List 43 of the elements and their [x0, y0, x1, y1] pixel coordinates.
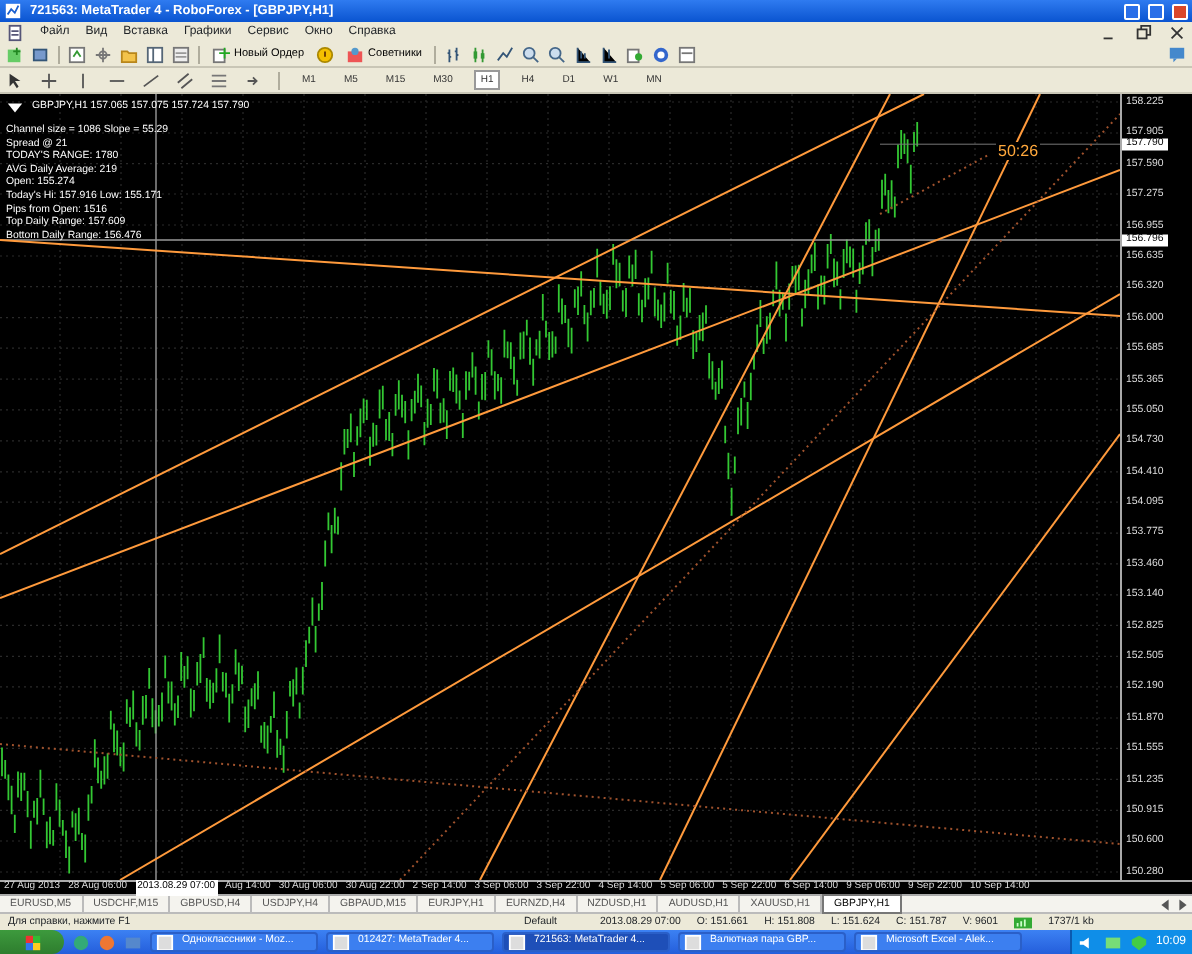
auto-scroll-icon[interactable] — [573, 45, 592, 63]
fibonacci-icon[interactable] — [210, 71, 228, 89]
chart-shift-icon[interactable] — [599, 45, 618, 63]
terminal-icon[interactable] — [172, 45, 190, 63]
experts-icon — [346, 45, 365, 63]
trendline-icon[interactable] — [142, 71, 160, 89]
navigator-icon[interactable] — [146, 45, 164, 63]
crosshair-icon[interactable] — [94, 45, 112, 63]
periods-icon[interactable] — [651, 45, 670, 63]
cursor-icon[interactable] — [6, 71, 24, 89]
arrows-icon[interactable] — [244, 71, 262, 89]
candles-icon[interactable] — [469, 45, 488, 63]
connection-icon — [1014, 913, 1033, 931]
close-icon[interactable] — [1168, 23, 1186, 41]
indicators-icon[interactable] — [625, 45, 644, 63]
start-button[interactable] — [0, 930, 64, 954]
countdown-timer: 50:26 — [996, 142, 1041, 160]
maximize-button[interactable] — [1148, 3, 1164, 19]
crosshair-icon[interactable] — [40, 71, 58, 89]
app-icon — [4, 2, 22, 20]
market-watch-icon[interactable] — [68, 45, 86, 63]
line-chart-icon[interactable] — [495, 45, 514, 63]
window-icon — [508, 934, 526, 950]
window-icon — [684, 934, 702, 950]
profiles-icon[interactable] — [32, 45, 50, 63]
document-icon — [6, 23, 24, 41]
window-icon — [332, 934, 350, 950]
folder-icon[interactable] — [120, 45, 138, 63]
window-icon — [156, 934, 174, 950]
zoom-in-icon[interactable] — [521, 45, 540, 63]
window-icon — [860, 934, 878, 950]
windows-flag-icon — [23, 933, 41, 951]
templates-icon[interactable] — [677, 45, 696, 63]
dropdown-triangle-icon[interactable] — [6, 98, 24, 116]
zoom-out-icon[interactable] — [547, 45, 566, 63]
bar-chart-icon[interactable] — [443, 45, 462, 63]
new-chart-icon[interactable] — [6, 45, 24, 63]
warning-icon[interactable] — [316, 45, 335, 63]
close-button[interactable] — [1172, 3, 1188, 19]
new-order-icon — [212, 45, 230, 63]
restore-icon[interactable] — [1134, 23, 1152, 41]
channel-icon[interactable] — [176, 71, 194, 89]
minimize-button[interactable] — [1124, 3, 1140, 19]
